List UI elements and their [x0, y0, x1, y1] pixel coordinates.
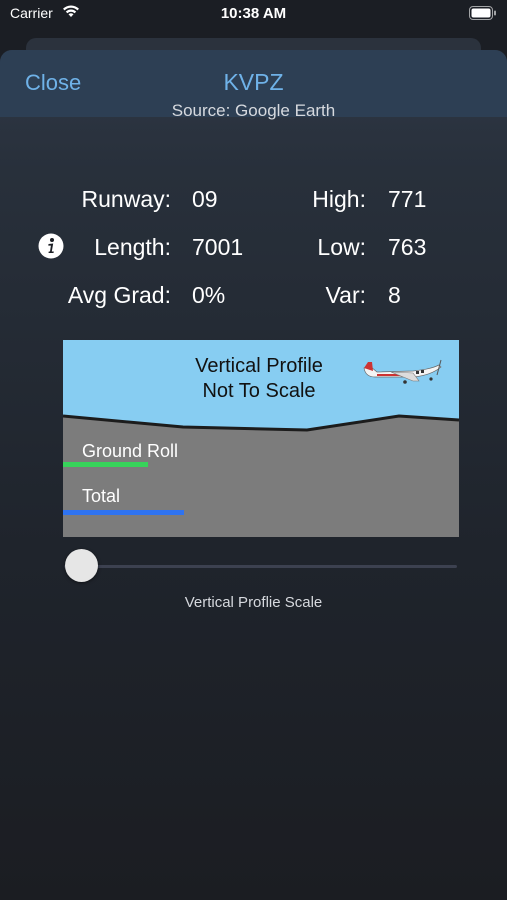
vertical-profile-panel: Vertical Profile Not To Scale Ground Rol…: [63, 340, 459, 537]
low-value: 763: [388, 234, 427, 260]
scale-slider-thumb[interactable]: [65, 549, 98, 582]
high-value: 771: [388, 186, 427, 212]
var-value: 8: [388, 282, 401, 308]
total-distance-bar: [63, 510, 184, 515]
profile-title-line1: Vertical Profile: [195, 355, 323, 377]
ground-roll-bar: [63, 462, 148, 467]
airplane-icon: [363, 359, 442, 384]
high-label: High:: [312, 186, 366, 212]
battery-icon: [469, 6, 496, 20]
var-label: Var:: [325, 282, 366, 308]
runway-value: 09: [192, 186, 218, 212]
avg-grad-value: 0%: [192, 282, 226, 308]
profile-title-line2: Not To Scale: [202, 380, 316, 402]
status-bar: Carrier 10:38 AM: [0, 0, 507, 30]
ground-roll-label: Ground Roll: [82, 441, 179, 461]
info-icon[interactable]: [38, 233, 64, 259]
runway-label: Runway:: [81, 186, 171, 212]
scale-slider-track[interactable]: [64, 565, 457, 568]
airport-title: KVPZ: [223, 69, 284, 95]
total-label: Total: [82, 486, 121, 506]
low-label: Low:: [317, 234, 366, 260]
avg-grad-label: Avg Grad:: [67, 282, 171, 308]
source-label: Source: Google Earth: [171, 101, 336, 120]
slider-caption: Vertical Proflie Scale: [184, 594, 323, 611]
status-time: 10:38 AM: [220, 5, 287, 22]
